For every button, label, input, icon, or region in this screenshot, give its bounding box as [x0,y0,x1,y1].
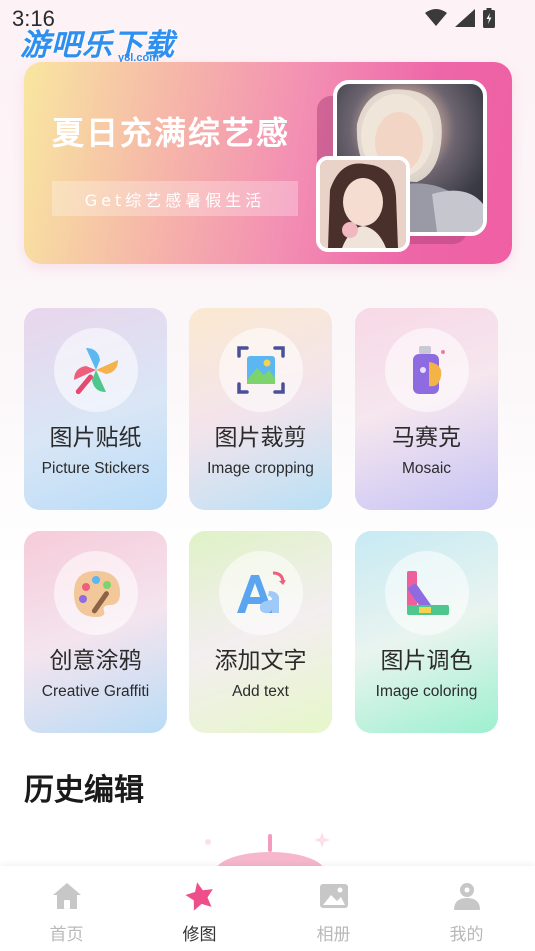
spray-can-icon [384,328,469,412]
tool-card-image-cropping[interactable]: 图片裁剪 Image cropping [189,308,332,510]
wifi-icon [425,9,447,26]
tab-home[interactable]: 首页 [0,866,133,951]
tool-title-cn: 添加文字 [214,648,307,674]
tool-title-cn: 图片调色 [380,648,473,674]
tool-card-add-text[interactable]: 添加文字 Add text [189,531,332,733]
tab-label: 我的 [449,925,484,945]
banner-title: 夏日充满综艺感 [52,114,291,152]
color-swatch-icon [384,551,469,635]
crop-image-icon [218,328,303,412]
battery-icon [483,8,495,28]
tool-title-cn: 马赛克 [392,425,461,451]
history-section-title: 历史编辑 [24,773,144,808]
tool-card-image-coloring[interactable]: 图片调色 Image coloring [355,531,498,733]
tool-title-en: Image cropping [207,460,314,477]
tool-card-picture-stickers[interactable]: 图片贴纸 Picture Stickers [24,308,167,510]
tool-title-en: Picture Stickers [41,460,150,477]
tool-card-creative-graffiti[interactable]: 创意涂鸦 Creative Graffiti [24,531,167,733]
tab-edit[interactable]: 修图 [133,866,266,951]
album-icon [319,884,348,908]
tool-title-cn: 创意涂鸦 [49,648,142,674]
tool-title-en: Mosaic [401,460,452,477]
tool-title-cn: 图片贴纸 [49,425,142,451]
tab-label: 首页 [49,925,84,945]
tool-title-en: Add text [232,683,289,700]
text-icon [218,551,303,635]
palette-icon [53,551,138,635]
tool-title-en: Image coloring [375,683,478,700]
pinwheel-icon [53,328,138,412]
tab-label: 相册 [316,925,351,945]
banner-photo-small [316,156,410,252]
tab-album[interactable]: 相册 [267,866,400,951]
user-icon [453,883,480,910]
tool-title-en: Creative Graffiti [41,683,150,700]
star-icon [184,882,213,911]
banner-tag: Get综艺感暑假生活 [52,181,298,216]
tab-profile[interactable]: 我的 [400,866,533,951]
home-icon [52,883,81,909]
tool-card-mosaic[interactable]: 马赛克 Mosaic [355,308,498,510]
bottom-tab-bar: 首页 修图 相册 我的 [0,866,535,951]
signal-icon [455,9,475,27]
status-icons [425,8,495,28]
tool-title-cn: 图片裁剪 [214,425,307,451]
banner-tag-text: Get综艺感暑假生活 [84,190,266,210]
tab-label: 修图 [182,925,217,945]
promo-banner[interactable]: 夏日充满综艺感 Get综艺感暑假生活 [24,62,512,264]
